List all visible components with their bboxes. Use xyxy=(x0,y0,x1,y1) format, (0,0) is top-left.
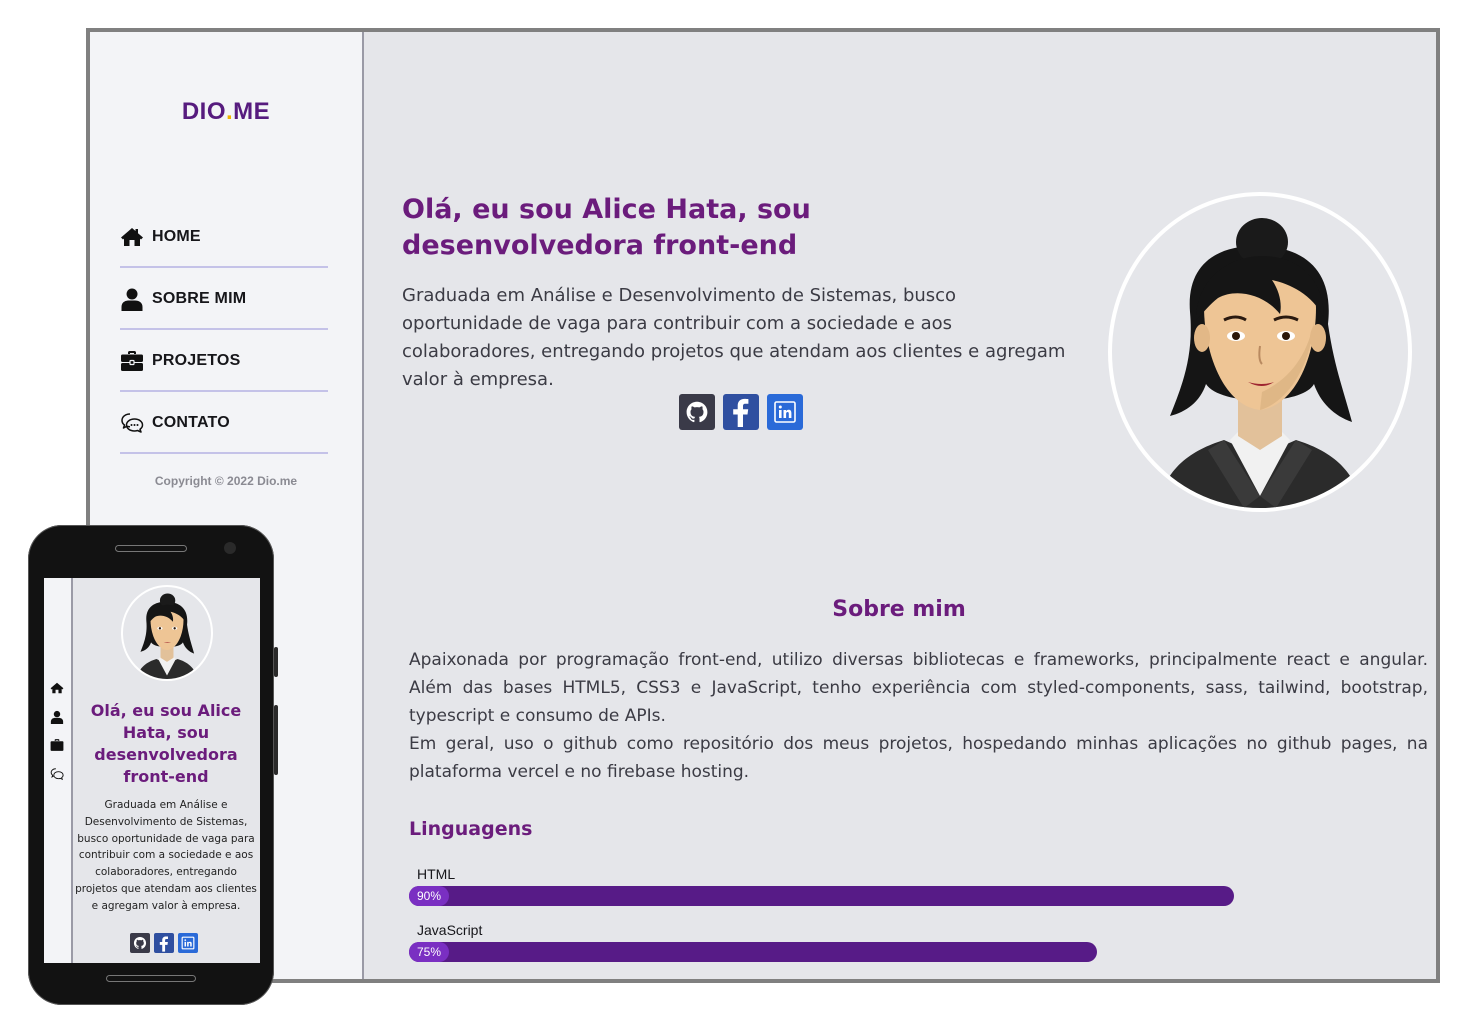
facebook-icon xyxy=(159,935,168,952)
language-html: HTML 90% xyxy=(409,866,1326,906)
progress-track: 90% xyxy=(409,886,1326,906)
nav-label: CONTATO xyxy=(152,414,230,431)
logo[interactable]: DIO.ME xyxy=(90,98,362,126)
avatar-illustration xyxy=(136,593,198,679)
about-paragraph: Em geral, uso o github como repositório … xyxy=(409,734,1428,782)
progress-bar: 75% xyxy=(409,942,1097,962)
desktop-preview: DIO.ME HOME SOBRE MIM PROJETOS CONTATO C… xyxy=(86,28,1440,983)
linkedin-icon xyxy=(774,401,796,423)
language-javascript: JavaScript 75% xyxy=(409,922,1326,962)
linkedin-link[interactable] xyxy=(767,394,803,430)
about-text: Apaixonada por programação front-end, ut… xyxy=(409,646,1428,786)
phone-home-bar xyxy=(106,975,196,982)
mobile-sidebar xyxy=(44,578,73,963)
nav-label: HOME xyxy=(152,228,201,245)
home-icon xyxy=(121,228,143,246)
nav-label: PROJETOS xyxy=(152,352,241,369)
social-links xyxy=(679,394,803,430)
mobile-hero-text: Graduada em Análise e Desenvolvimento de… xyxy=(75,799,257,912)
logo-text: DIO xyxy=(181,98,226,125)
github-icon xyxy=(686,401,708,423)
briefcase-icon[interactable] xyxy=(50,738,64,752)
nav-item-home[interactable]: HOME xyxy=(120,208,328,268)
progress-track: 75% xyxy=(409,942,1326,962)
mobile-profile-avatar xyxy=(121,585,213,681)
chat-icon xyxy=(121,413,144,433)
progress-label: 75% xyxy=(409,942,449,962)
languages-title: Linguagens xyxy=(409,818,533,840)
linkedin-icon xyxy=(181,936,195,950)
hero-text: Graduada em Análise e Desenvolvimento de… xyxy=(402,285,1066,390)
briefcase-icon xyxy=(121,351,143,371)
github-icon xyxy=(133,937,147,949)
progress-label: 90% xyxy=(409,886,449,906)
mobile-preview: Olá, eu sou Alice Hata, sou desenvolvedo… xyxy=(28,525,278,1005)
user-icon xyxy=(121,288,143,311)
language-name: HTML xyxy=(417,866,456,882)
home-icon[interactable] xyxy=(50,681,64,695)
avatar-illustration xyxy=(1158,218,1362,508)
profile-avatar xyxy=(1108,192,1412,512)
mobile-social-links xyxy=(130,933,198,953)
chat-icon[interactable] xyxy=(50,767,64,781)
nav-item-sobre-mim[interactable]: SOBRE MIM xyxy=(120,270,328,330)
mobile-hero-title: Olá, eu sou Alice Hata, sou desenvolvedo… xyxy=(90,701,242,786)
language-name: JavaScript xyxy=(417,922,483,938)
user-icon[interactable] xyxy=(50,710,64,724)
mobile-screen: Olá, eu sou Alice Hata, sou desenvolvedo… xyxy=(44,578,260,963)
logo-text-suffix: ME xyxy=(233,98,271,125)
phone-camera xyxy=(224,542,236,554)
copyright: Copyright © 2022 Dio.me xyxy=(154,474,298,488)
facebook-icon xyxy=(733,398,749,427)
about-title: Sobre mim xyxy=(832,597,966,622)
linkedin-link[interactable] xyxy=(178,933,198,953)
about-paragraph: Apaixonada por programação front-end, ut… xyxy=(409,650,1428,726)
nav-item-contato[interactable]: CONTATO xyxy=(120,394,328,454)
main-nav: HOME SOBRE MIM PROJETOS CONTATO xyxy=(120,208,328,456)
facebook-link[interactable] xyxy=(723,394,759,430)
github-link[interactable] xyxy=(679,394,715,430)
progress-bar: 90% xyxy=(409,886,1235,906)
phone-power-button xyxy=(274,705,278,775)
hero-title: Olá, eu sou Alice Hata, sou desenvolvedo… xyxy=(402,194,811,261)
facebook-link[interactable] xyxy=(154,933,174,953)
github-link[interactable] xyxy=(130,933,150,953)
nav-item-projetos[interactable]: PROJETOS xyxy=(120,332,328,392)
phone-volume-button xyxy=(274,647,278,677)
nav-label: SOBRE MIM xyxy=(152,290,247,307)
phone-speaker xyxy=(115,545,187,552)
